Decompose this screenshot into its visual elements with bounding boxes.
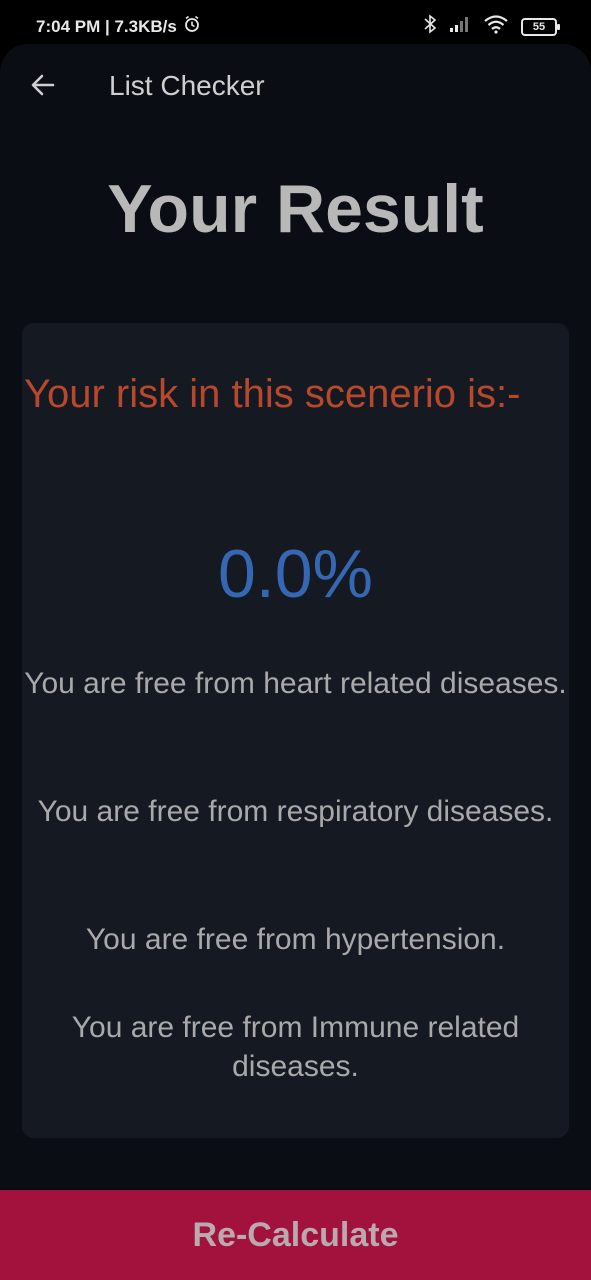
hypertension-message: You are free from hypertension. bbox=[85, 923, 506, 956]
risk-percentage: 0.0% bbox=[218, 536, 373, 612]
app-panel: List Checker Your Result Your risk in th… bbox=[0, 44, 591, 1280]
wifi-icon bbox=[483, 14, 509, 39]
immune-disease-message: You are free from Immune related disease… bbox=[71, 1011, 520, 1083]
status-right: 55 bbox=[423, 14, 560, 39]
risk-label: Your risk in this scenerio is:- bbox=[24, 372, 521, 416]
page-title: Your Result bbox=[107, 171, 484, 247]
result-card: Your risk in this scenerio is:- 0.0% You… bbox=[22, 323, 569, 1138]
phone-screen: 7:04 PM | 7.3KB/s 55 List Checker Your R… bbox=[0, 0, 591, 1280]
alarm-icon bbox=[183, 15, 201, 38]
battery-icon: 55 bbox=[521, 17, 560, 36]
back-arrow-icon bbox=[29, 71, 57, 104]
respiratory-disease-message: You are free from respiratory diseases. bbox=[37, 795, 554, 828]
app-toolbar: List Checker bbox=[0, 44, 591, 130]
status-bar: 7:04 PM | 7.3KB/s 55 bbox=[0, 0, 591, 50]
heart-disease-message: You are free from heart related diseases… bbox=[24, 667, 567, 700]
recalculate-button[interactable]: Re-Calculate bbox=[0, 1190, 591, 1280]
toolbar-title: List Checker bbox=[109, 70, 265, 101]
signal-icon bbox=[449, 15, 471, 38]
status-left: 7:04 PM | 7.3KB/s bbox=[36, 15, 201, 38]
bluetooth-icon bbox=[423, 14, 437, 39]
back-button[interactable] bbox=[22, 66, 64, 108]
battery-level: 55 bbox=[532, 20, 546, 33]
status-time-speed: 7:04 PM | 7.3KB/s bbox=[36, 16, 177, 36]
